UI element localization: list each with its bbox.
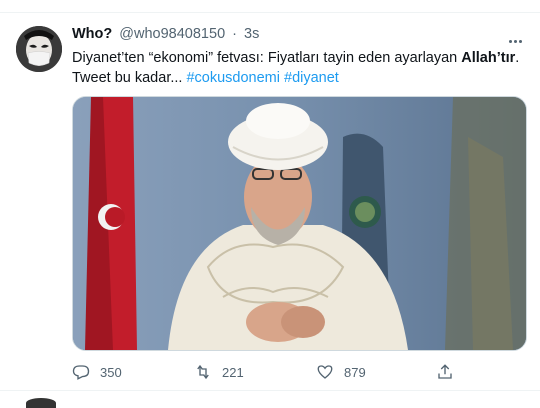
tweet-text: Diyanet’ten “ekonomi” fetvası: Fiyatları… bbox=[72, 48, 527, 88]
tweet-text-bold: Allah’tır bbox=[461, 50, 516, 66]
avatar-image bbox=[16, 26, 62, 72]
share-icon bbox=[438, 364, 452, 379]
separator-dot: · bbox=[232, 26, 238, 42]
like-count: 879 bbox=[344, 364, 366, 380]
tweet-text-line2: Tweet bu kadar... bbox=[72, 70, 187, 86]
more-options-icon[interactable] bbox=[508, 24, 532, 44]
tweet-timestamp[interactable]: 3s bbox=[244, 26, 259, 42]
tweet-header: Who? @who98408150 · 3s bbox=[72, 26, 259, 46]
tweet-text-part2: . bbox=[515, 50, 520, 66]
like-button[interactable]: 879 bbox=[316, 360, 366, 384]
retweet-count: 221 bbox=[222, 364, 244, 380]
tweet-text-part1: Diyanet’ten “ekonomi” fetvası: Fiyatları… bbox=[72, 50, 462, 66]
tweet[interactable]: Who? @who98408150 · 3s Diyanet’ten “ekon… bbox=[0, 12, 540, 390]
hashtag-link[interactable]: #diyanet bbox=[284, 70, 339, 86]
hashtag-link[interactable]: #cokusdonemi bbox=[186, 70, 280, 86]
next-tweet-avatar bbox=[26, 398, 56, 408]
avatar[interactable] bbox=[16, 26, 62, 72]
retweet-button[interactable]: 221 bbox=[194, 360, 244, 384]
reply-count: 350 bbox=[100, 364, 122, 380]
retweet-icon bbox=[197, 364, 209, 380]
display-name[interactable]: Who? bbox=[72, 26, 112, 42]
tweet-divider bbox=[0, 390, 540, 391]
heart-icon bbox=[317, 365, 333, 379]
share-button[interactable] bbox=[436, 360, 454, 384]
reply-button[interactable]: 350 bbox=[72, 360, 122, 384]
user-handle[interactable]: @who98408150 bbox=[119, 26, 225, 42]
photo-icon bbox=[73, 97, 526, 350]
reply-icon bbox=[72, 365, 90, 380]
tweet-media-photo[interactable] bbox=[72, 96, 527, 351]
tweet-actions: 350 221 879 bbox=[72, 360, 527, 384]
